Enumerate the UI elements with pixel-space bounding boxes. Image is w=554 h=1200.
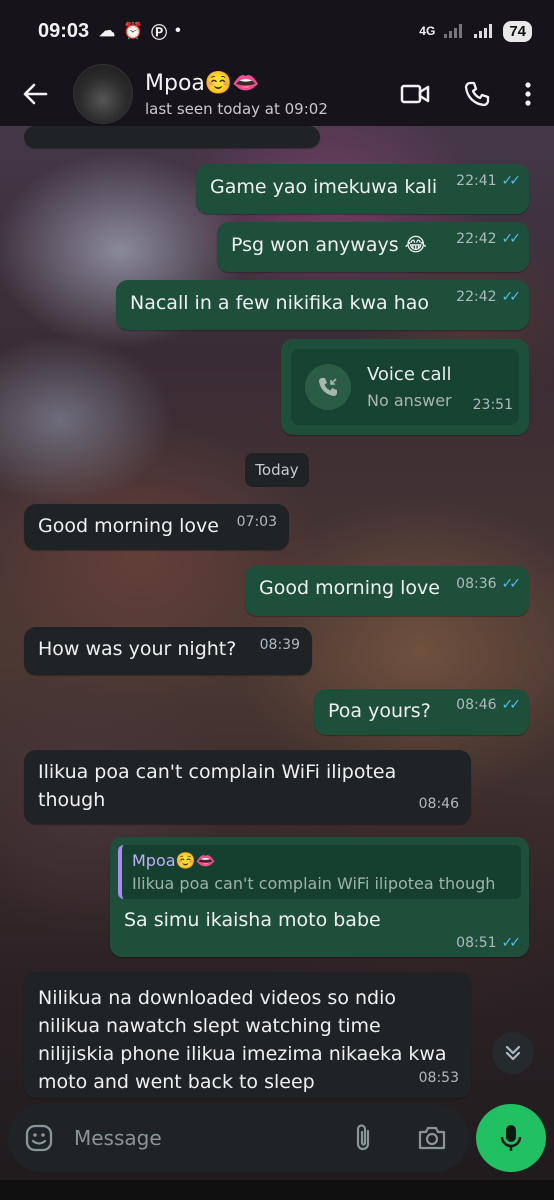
message-time: 22:42 bbox=[456, 231, 497, 247]
message-bubble[interactable]: Nacall in a few nikifika kwa hao 22:42 ✓✓ bbox=[116, 280, 529, 330]
avatar[interactable] bbox=[73, 64, 133, 124]
contact-info[interactable]: Mpoa☺️👄 last seen today at 09:02 bbox=[145, 71, 400, 118]
read-ticks-icon: ✓✓ bbox=[501, 935, 522, 951]
cloud-icon: ☁ bbox=[99, 23, 116, 40]
message-text: Game yao imekuwa kali bbox=[210, 176, 438, 198]
message-text: Good morning love bbox=[259, 577, 440, 599]
status-time: 09:03 bbox=[38, 19, 90, 42]
message-time: 08:46 bbox=[456, 697, 497, 713]
message-text: Ilikua poa can't complain WiFi ilipotea … bbox=[38, 761, 397, 811]
more-vert-icon[interactable] bbox=[524, 81, 532, 107]
message-bubble[interactable]: Nilikua na downloaded videos so ndio nil… bbox=[24, 972, 471, 1098]
read-ticks-icon: ✓✓ bbox=[501, 173, 522, 189]
message-bubble[interactable]: Ilikua poa can't complain WiFi ilipotea … bbox=[24, 750, 471, 824]
quoted-text: Ilikua poa can't complain WiFi ilipotea … bbox=[132, 874, 496, 893]
mic-icon bbox=[500, 1125, 522, 1151]
message-text: Good morning love bbox=[38, 515, 219, 537]
message-text: Psg won anyways 😂 bbox=[231, 234, 427, 256]
scroll-to-bottom-button[interactable] bbox=[492, 1032, 534, 1074]
message-time: 08:46 bbox=[418, 796, 459, 812]
dot-icon: • bbox=[175, 22, 181, 39]
chevron-double-down-icon bbox=[505, 1045, 521, 1061]
message-text: Nilikua na downloaded videos so ndio nil… bbox=[38, 987, 447, 1093]
message-time: 22:41 bbox=[456, 173, 497, 189]
message-time: 23:51 bbox=[472, 397, 513, 413]
voice-call-bubble[interactable]: Voice call No answer 23:51 bbox=[281, 339, 529, 435]
date-chip: Today bbox=[245, 453, 309, 487]
pinterest-icon: Ⓟ bbox=[151, 25, 168, 42]
quoted-sender: Mpoa☺️👄 bbox=[132, 851, 216, 870]
attach-icon[interactable] bbox=[351, 1123, 377, 1153]
missed-call-icon-wrap bbox=[305, 364, 351, 410]
read-ticks-icon: ✓✓ bbox=[501, 289, 522, 305]
video-call-icon[interactable] bbox=[400, 83, 430, 105]
message-time: 08:51 bbox=[456, 935, 497, 951]
phone-icon[interactable] bbox=[464, 81, 490, 107]
message-time: 08:36 bbox=[456, 576, 497, 592]
read-ticks-icon: ✓✓ bbox=[501, 231, 522, 247]
message-time: 07:03 bbox=[236, 514, 277, 530]
message-bubble[interactable]: Psg won anyways 😂 22:42 ✓✓ bbox=[217, 222, 529, 272]
read-ticks-icon: ✓✓ bbox=[501, 697, 522, 713]
quoted-message[interactable]: Mpoa☺️👄 Ilikua poa can't complain WiFi i… bbox=[118, 845, 521, 899]
message-bubble[interactable]: Game yao imekuwa kali 22:41 ✓✓ bbox=[196, 164, 529, 214]
message-composer: Message bbox=[8, 1104, 469, 1172]
network-type: 4G bbox=[419, 24, 436, 38]
message-text: Sa simu ikaisha moto babe bbox=[124, 909, 381, 931]
message-bubble[interactable]: Good morning love 08:36 ✓✓ bbox=[245, 566, 529, 616]
signal-icon-2 bbox=[474, 24, 493, 38]
back-arrow-icon bbox=[23, 83, 48, 105]
system-nav-bar bbox=[0, 1180, 554, 1200]
call-subtitle: No answer bbox=[367, 391, 452, 410]
message-bubble[interactable]: How was your night? 08:39 bbox=[24, 627, 312, 675]
missed-call-icon bbox=[319, 378, 337, 396]
message-time: 08:39 bbox=[259, 637, 300, 653]
message-bubble[interactable]: Good morning love 07:03 bbox=[24, 504, 289, 550]
message-bubble-partial bbox=[24, 126, 320, 148]
back-button[interactable] bbox=[0, 62, 70, 126]
message-time: 22:42 bbox=[456, 289, 497, 305]
voice-message-button[interactable] bbox=[476, 1104, 546, 1172]
call-title: Voice call bbox=[367, 364, 452, 385]
message-text: Poa yours? bbox=[328, 700, 431, 722]
reply-message-bubble[interactable]: Mpoa☺️👄 Ilikua poa can't complain WiFi i… bbox=[110, 837, 529, 957]
status-bar: 09:03 ☁ ⏰ Ⓟ • 4G 74 bbox=[0, 0, 554, 62]
signal-icon bbox=[444, 24, 463, 38]
contact-name: Mpoa☺️👄 bbox=[145, 70, 260, 96]
battery-indicator: 74 bbox=[503, 20, 532, 42]
camera-icon[interactable] bbox=[417, 1125, 447, 1151]
message-text: Nacall in a few nikifika kwa hao bbox=[130, 292, 429, 314]
message-time: 08:53 bbox=[418, 1070, 459, 1086]
last-seen: last seen today at 09:02 bbox=[145, 99, 328, 118]
chat-header: Mpoa☺️👄 last seen today at 09:02 bbox=[0, 62, 554, 126]
emoji-icon[interactable] bbox=[24, 1123, 54, 1153]
alarm-icon: ⏰ bbox=[123, 23, 144, 40]
read-ticks-icon: ✓✓ bbox=[501, 576, 522, 592]
message-text: How was your night? bbox=[38, 638, 237, 660]
message-bubble[interactable]: Poa yours? 08:46 ✓✓ bbox=[314, 689, 529, 735]
message-input[interactable]: Message bbox=[74, 1126, 351, 1150]
